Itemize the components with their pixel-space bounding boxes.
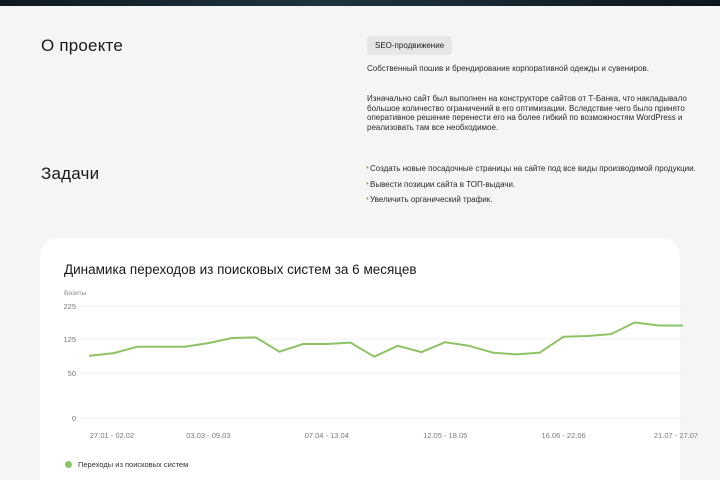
data-point (254, 336, 257, 339)
data-point (444, 341, 447, 344)
data-point (538, 351, 541, 354)
data-point (373, 355, 376, 358)
data-point (349, 341, 352, 344)
y-tick-label: 50 (68, 369, 76, 378)
data-point (515, 353, 518, 356)
data-point (207, 342, 210, 345)
chart-legend: Переходы из поисковых систем (65, 460, 188, 469)
data-point (420, 351, 423, 354)
x-tick-label: 03.03 - 09.03 (186, 431, 230, 440)
data-point (231, 337, 234, 340)
x-tick-label: 21.07 - 27.07 (654, 431, 698, 440)
data-point (467, 344, 470, 347)
series-line (89, 321, 683, 358)
data-point (302, 342, 305, 345)
x-tick-label: 16.06 - 22.06 (541, 431, 585, 440)
legend-label: Переходы из поисковых систем (78, 460, 189, 469)
x-tick-label: 07.04 - 13.04 (305, 431, 349, 440)
data-point (325, 342, 328, 345)
data-point (657, 324, 660, 327)
data-point (112, 352, 115, 355)
data-point (491, 351, 494, 354)
data-point (681, 324, 683, 327)
data-point (609, 333, 612, 336)
y-tick-label: 125 (63, 335, 76, 344)
x-tick-label: 12.05 - 18.05 (423, 431, 467, 440)
y-tick-label: 0 (72, 414, 76, 423)
x-tick-label: 27.01 - 02.02 (90, 431, 134, 440)
data-point (562, 335, 565, 338)
data-point (633, 321, 636, 324)
data-point (89, 354, 91, 357)
line-chart: 0 50 125 225 27.01 - 02.02 03.03 - 09.03 07.04… (63, 302, 698, 440)
y-tick-label: 225 (63, 302, 76, 311)
data-point (160, 345, 163, 348)
data-point (136, 345, 139, 348)
data-point (278, 350, 281, 353)
data-point (183, 345, 186, 348)
legend-dot-icon (65, 461, 72, 468)
data-point (586, 335, 589, 338)
data-point (396, 344, 399, 347)
